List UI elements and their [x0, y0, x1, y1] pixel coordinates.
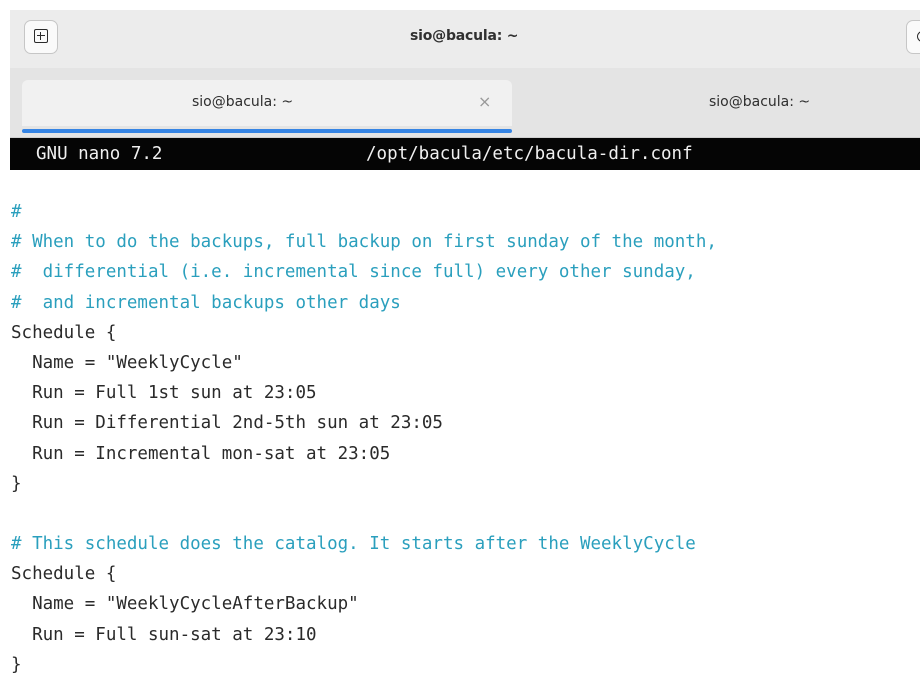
editor-line: Schedule {: [11, 564, 117, 585]
editor-line: Schedule {: [11, 322, 117, 343]
search-button[interactable]: [906, 20, 920, 54]
window-title: sio@bacula: ~: [410, 28, 519, 44]
tab-sio-bacula-2[interactable]: sio@bacula: ~: [514, 80, 920, 126]
editor-line: Name = "WeeklyCycle": [11, 352, 243, 373]
editor-line: Run = Incremental mon-sat at 23:05: [11, 443, 391, 464]
nano-header-bar: GNU nano 7.2 /opt/bacula/etc/bacula-dir.…: [10, 138, 920, 170]
editor-line: Name = "WeeklyCycleAfterBackup": [11, 594, 359, 615]
editor-line: Run = Differential 2nd-5th sun at 23:05: [11, 413, 443, 434]
editor-line: }: [11, 473, 22, 494]
editor-line: # differential (i.e. incremental since f…: [11, 262, 696, 283]
active-tab-indicator: [22, 129, 512, 133]
tab-bar: sio@bacula: ~ × sio@bacula: ~: [10, 68, 920, 138]
file-path: /opt/bacula/etc/bacula-dir.conf: [366, 144, 693, 164]
editor-line: # and incremental backups other days: [11, 292, 401, 313]
nano-version: GNU nano 7.2: [36, 144, 163, 164]
tab-label: sio@bacula: ~: [709, 94, 811, 110]
title-bar: sio@bacula: ~: [10, 10, 920, 68]
tab-sio-bacula-1[interactable]: sio@bacula: ~ ×: [22, 80, 512, 126]
new-tab-button[interactable]: [24, 20, 58, 54]
tab-label: sio@bacula: ~: [192, 94, 294, 110]
new-tab-icon: [34, 29, 48, 43]
editor-line: Run = Full sun-sat at 23:10: [11, 624, 317, 645]
editor-text-area[interactable]: # # When to do the backups, full backup …: [11, 197, 916, 680]
editor-line: #: [11, 202, 22, 222]
editor-line: }: [11, 654, 22, 675]
editor-line: Run = Full 1st sun at 23:05: [11, 383, 317, 404]
editor-line: # When to do the backups, full backup on…: [11, 232, 717, 253]
close-icon[interactable]: ×: [478, 92, 491, 111]
editor-line: # This schedule does the catalog. It sta…: [11, 534, 696, 555]
